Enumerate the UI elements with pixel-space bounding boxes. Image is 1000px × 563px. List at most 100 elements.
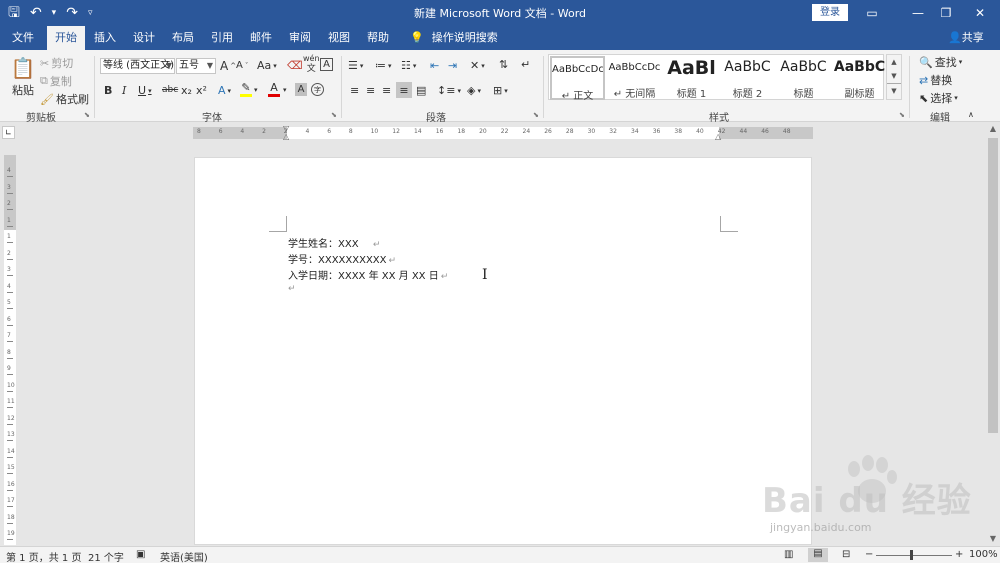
clipboard-dialog-launcher-icon[interactable]: ⬊ <box>84 111 90 119</box>
style-no-spacing[interactable]: AaBbCcDc ↵ 无间隔 <box>607 56 662 100</box>
grow-font-button[interactable]: A ^ <box>220 59 236 73</box>
line-spacing-button[interactable]: ↕≡ ▾ <box>437 84 461 97</box>
style-title[interactable]: AaBbC 标题 <box>776 56 831 100</box>
scroll-up-icon[interactable]: ▲ <box>887 55 901 69</box>
font-color-dropdown-icon[interactable]: ▾ <box>283 86 287 94</box>
collapse-ribbon-icon[interactable]: ∧ <box>968 110 974 119</box>
scrollbar-thumb[interactable] <box>988 138 998 433</box>
tab-references[interactable]: 引用 <box>203 26 241 50</box>
tab-design[interactable]: 设计 <box>125 26 163 50</box>
style-heading-1[interactable]: AaBl 标题 1 <box>664 56 719 100</box>
decrease-indent-icon[interactable]: ⇤ <box>430 59 439 72</box>
print-layout-icon[interactable]: ▤ <box>808 548 828 562</box>
style-heading-2[interactable]: AaBbC 标题 2 <box>720 56 775 100</box>
chevron-down-icon[interactable]: ▼ <box>207 59 213 73</box>
word-count[interactable]: 21 个字 <box>88 549 124 563</box>
superscript-button[interactable]: x² <box>196 84 207 97</box>
font-color-button[interactable]: A <box>268 82 280 97</box>
scroll-up-icon[interactable]: ▲ <box>986 124 1000 133</box>
justify-icon[interactable]: ≡ <box>396 82 412 98</box>
web-layout-icon[interactable]: ⊟ <box>842 549 850 560</box>
doc-paragraph[interactable]: 学生姓名：XXX ↵ <box>288 235 380 250</box>
language-indicator[interactable]: 英语(美国) <box>160 549 208 563</box>
doc-paragraph[interactable]: ↵ <box>288 283 296 294</box>
italic-button[interactable]: I <box>122 84 126 97</box>
clear-formatting-icon[interactable]: ⌫ <box>287 59 303 72</box>
chinese-layout-button[interactable]: ✕ ▾ <box>470 59 485 72</box>
text-effects-button[interactable]: A ▾ <box>218 84 231 97</box>
strikethrough-button[interactable]: abc <box>162 85 178 95</box>
find-button[interactable]: 🔍 查找 ▾ <box>919 54 962 70</box>
enclose-characters-button[interactable]: 字 <box>311 83 324 96</box>
phonetic-guide-button[interactable]: wén 文 <box>303 55 320 74</box>
numbering-button[interactable]: ≔ ▾ <box>375 59 392 72</box>
tab-layout[interactable]: 布局 <box>164 26 202 50</box>
doc-paragraph[interactable]: 学号：XXXXXXXXXX ↵ <box>288 251 396 266</box>
bold-button[interactable]: B <box>104 84 112 97</box>
style-normal[interactable]: AaBbCcDc ↵ 正文 <box>550 56 605 102</box>
style-subtitle[interactable]: AaBbC 副标题 <box>832 56 887 100</box>
sort-icon[interactable]: ⇅ <box>499 58 508 71</box>
tab-review[interactable]: 审阅 <box>281 26 319 50</box>
select-button[interactable]: ⬉ 选择 ▾ <box>919 90 958 106</box>
font-size-combo[interactable]: 五号 ▼ <box>176 58 216 74</box>
bullets-button[interactable]: ☰ ▾ <box>348 59 363 72</box>
align-center-icon[interactable]: ≡ <box>366 84 375 97</box>
document-page[interactable]: 学生姓名：XXX ↵ 学号：XXXXXXXXXX ↵ 入学日期：XXXX 年 XX… <box>194 157 812 545</box>
paragraph-dialog-launcher-icon[interactable]: ⬊ <box>533 111 539 119</box>
font-name-combo[interactable]: 等线 (西文正文) ▼ <box>100 58 175 74</box>
align-left-icon[interactable]: ≡ <box>350 84 359 97</box>
page-count[interactable]: 第 1 页，共 1 页 <box>6 549 81 563</box>
share-button[interactable]: 👤共享 <box>948 26 984 50</box>
zoom-slider-thumb[interactable] <box>910 550 913 560</box>
tab-home[interactable]: 开始 <box>47 26 85 50</box>
doc-paragraph[interactable]: 入学日期：XXXX 年 XX 月 XX 日 ↵ <box>288 267 448 282</box>
zoom-out-button[interactable]: − <box>865 549 873 560</box>
borders-button[interactable]: ⊞ ▾ <box>493 84 508 97</box>
tab-insert[interactable]: 插入 <box>86 26 124 50</box>
align-right-icon[interactable]: ≡ <box>382 84 391 97</box>
format-painter-button[interactable]: 🖌 格式刷 <box>40 91 89 107</box>
cut-button[interactable]: ✂ 剪切 <box>40 55 73 71</box>
tab-help[interactable]: 帮助 <box>359 26 397 50</box>
scroll-down-icon[interactable]: ▼ <box>986 534 1000 543</box>
styles-dialog-launcher-icon[interactable]: ⬊ <box>899 111 905 119</box>
vertical-scrollbar[interactable]: ▲ ▼ <box>986 122 1000 546</box>
underline-button[interactable]: U ▾ <box>138 84 152 97</box>
scroll-down-icon[interactable]: ▼ <box>887 69 901 83</box>
read-mode-icon[interactable]: ▥ <box>784 549 793 560</box>
login-button[interactable]: 登录 <box>812 4 848 21</box>
shrink-font-button[interactable]: Aˇ <box>236 60 248 71</box>
zoom-slider-track[interactable] <box>876 555 952 556</box>
distributed-icon[interactable]: ▤ <box>416 84 426 97</box>
zoom-in-button[interactable]: + <box>955 549 963 560</box>
subscript-button[interactable]: x₂ <box>181 84 192 97</box>
proofing-icon[interactable]: ▣ <box>136 549 145 560</box>
replace-button[interactable]: ⇄ 替换 <box>919 72 952 88</box>
tab-mailings[interactable]: 邮件 <box>242 26 280 50</box>
tab-selector-icon[interactable]: ∟ <box>2 126 15 139</box>
shading-button[interactable]: ◈ ▾ <box>467 84 481 97</box>
highlight-dropdown-icon[interactable]: ▾ <box>254 86 258 94</box>
zoom-level[interactable]: 100% <box>969 549 998 560</box>
paste-label: 粘贴 <box>12 84 34 97</box>
multilevel-list-button[interactable]: ☷ ▾ <box>401 59 416 72</box>
tab-view[interactable]: 视图 <box>320 26 358 50</box>
change-case-button[interactable]: Aa ▾ <box>257 59 277 72</box>
ribbon-display-options-icon[interactable]: ▭ <box>852 2 892 24</box>
tab-file[interactable]: 文件 <box>4 26 42 50</box>
character-border-button[interactable]: A <box>320 58 333 71</box>
close-button[interactable]: ✕ <box>960 2 1000 24</box>
paste-button[interactable]: 📋 粘贴 <box>10 56 36 100</box>
tell-me-search[interactable]: 💡 操作说明搜索 <box>410 26 498 50</box>
character-shading-button[interactable]: A <box>295 83 307 96</box>
highlight-button[interactable]: ✎ <box>240 82 252 97</box>
show-marks-icon[interactable]: ↵ <box>521 58 530 71</box>
vertical-ruler[interactable]: 4 3 2 1 1 2 3 4 5 6 7 8 9 10 11 12 13 14 15 16 17 18 19 <box>4 155 16 545</box>
more-styles-icon[interactable]: ▼ <box>887 83 901 97</box>
horizontal-ruler[interactable]: ▽ △ △ 8 6 4 2 2 4 6 8 10 12 14 16 18 20 22 24 26 28 30 32 34 3… <box>193 125 813 141</box>
copy-button[interactable]: ⧉ 复制 <box>40 73 72 89</box>
chevron-down-icon[interactable]: ▼ <box>166 59 172 73</box>
increase-indent-icon[interactable]: ⇥ <box>448 59 457 72</box>
font-dialog-launcher-icon[interactable]: ⬊ <box>331 111 337 119</box>
